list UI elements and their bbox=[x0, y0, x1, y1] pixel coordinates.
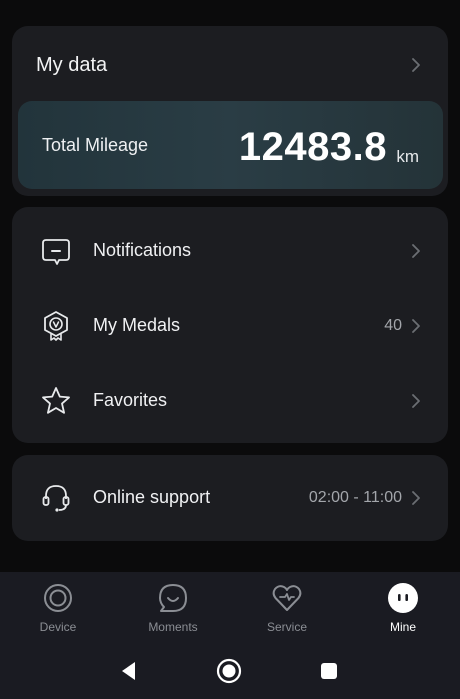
my-data-card: My data Total Mileage 12483.8 km bbox=[12, 26, 448, 196]
message-icon bbox=[40, 235, 72, 267]
headset-icon bbox=[40, 482, 72, 514]
medal-icon bbox=[40, 310, 72, 342]
tab-device-label: Device bbox=[39, 620, 77, 634]
recent-apps-icon[interactable] bbox=[316, 658, 342, 684]
online-support-item[interactable]: Online support 02:00 - 11:00 bbox=[12, 460, 448, 535]
heart-icon bbox=[271, 582, 303, 614]
chevron-right-icon bbox=[410, 58, 422, 72]
medal-count: 40 bbox=[384, 316, 402, 334]
home-icon[interactable] bbox=[216, 658, 242, 684]
notifications-item[interactable]: Notifications bbox=[12, 213, 448, 288]
support-card: Online support 02:00 - 11:00 bbox=[12, 455, 448, 541]
bottom-tab-bar: Device Moments Service Mine bbox=[0, 572, 460, 699]
tab-service[interactable]: Service bbox=[237, 582, 337, 642]
mileage-label: Total Mileage bbox=[42, 135, 149, 155]
star-icon bbox=[40, 385, 72, 417]
favorites-item[interactable]: Favorites bbox=[12, 363, 448, 438]
back-icon[interactable] bbox=[116, 658, 142, 684]
tab-moments[interactable]: Moments bbox=[123, 582, 223, 642]
tab-service-label: Service bbox=[266, 620, 307, 634]
menu-card: Notifications My Medals 40 Favorites bbox=[12, 207, 448, 443]
my-medals-item[interactable]: My Medals 40 bbox=[12, 288, 448, 363]
mileage-value: 12483.8 bbox=[238, 125, 387, 169]
chevron-right-icon bbox=[410, 318, 422, 333]
my-data-title: My data bbox=[36, 53, 108, 76]
tab-mine[interactable]: Mine bbox=[353, 582, 453, 642]
chevron-right-icon bbox=[410, 490, 422, 505]
profile-face-icon bbox=[387, 582, 419, 614]
total-mileage-card[interactable]: Total Mileage 12483.8 km bbox=[18, 101, 443, 189]
system-navigation-bar bbox=[0, 650, 460, 692]
tab-moments-label: Moments bbox=[148, 620, 198, 634]
chevron-right-icon bbox=[410, 393, 422, 408]
notifications-label: Notifications bbox=[93, 240, 192, 260]
my-data-header[interactable]: My data bbox=[12, 38, 448, 92]
moments-icon bbox=[157, 582, 189, 614]
online-support-label: Online support bbox=[93, 487, 211, 507]
tab-mine-label: Mine bbox=[389, 620, 416, 634]
chevron-right-icon bbox=[410, 243, 422, 258]
mileage-unit: km bbox=[396, 147, 419, 166]
tab-device[interactable]: Device bbox=[8, 582, 108, 642]
favorites-label: Favorites bbox=[93, 390, 168, 410]
support-hours: 02:00 - 11:00 bbox=[308, 488, 402, 506]
device-icon bbox=[42, 582, 74, 614]
my-medals-label: My Medals bbox=[93, 315, 181, 335]
